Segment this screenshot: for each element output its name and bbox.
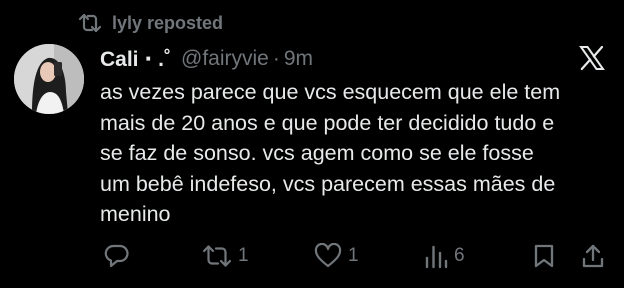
separator-dot: · (272, 47, 280, 70)
bookmark-icon (533, 243, 555, 269)
tweet-text-line: se faz de sonso. vcs agem como se ele fo… (100, 141, 534, 165)
views-button[interactable]: 6 (424, 239, 465, 273)
retweet-count: 1 (238, 245, 249, 266)
like-count: 1 (348, 245, 359, 266)
display-name[interactable]: Cali ⋅ .˚ (100, 47, 171, 72)
repost-label: lyly reposted (112, 12, 224, 33)
tweet-text-line: mais de 20 anos e que pode ter decidido … (100, 110, 555, 135)
bookmark-button[interactable] (533, 239, 555, 273)
tweet-text-line: as vezes parece que vcs esquecem que ele… (100, 80, 561, 104)
repost-icon (78, 13, 102, 33)
timestamp[interactable]: 9m (284, 47, 313, 71)
avatar[interactable] (14, 44, 84, 114)
retweet-icon (202, 243, 232, 269)
tweet-text-line: um bebê indefeso, vcs parecem essas mães… (100, 171, 556, 196)
reply-icon (104, 243, 130, 269)
tweet-text-line: menino (100, 202, 171, 226)
user-handle[interactable]: @fairyvie (181, 47, 269, 71)
reply-button[interactable] (104, 239, 130, 273)
like-button[interactable]: 1 (314, 239, 359, 273)
tweet-card: lyly reposted Cali ⋅ .˚ @fairyvie · 9m a… (0, 0, 624, 288)
tweet-header: Cali ⋅ .˚ @fairyvie · 9m (100, 42, 313, 76)
views-count: 6 (454, 245, 465, 266)
views-icon (424, 243, 448, 269)
share-icon (581, 243, 605, 269)
share-button[interactable] (581, 239, 605, 273)
like-icon (314, 243, 342, 269)
action-bar: 1 1 6 (0, 239, 624, 273)
retweet-button[interactable]: 1 (202, 239, 249, 273)
x-logo-icon[interactable] (578, 44, 606, 72)
repost-indicator[interactable]: lyly reposted (78, 10, 223, 36)
tweet-text: as vezes parece que vcs esquecem que ele… (100, 77, 615, 230)
